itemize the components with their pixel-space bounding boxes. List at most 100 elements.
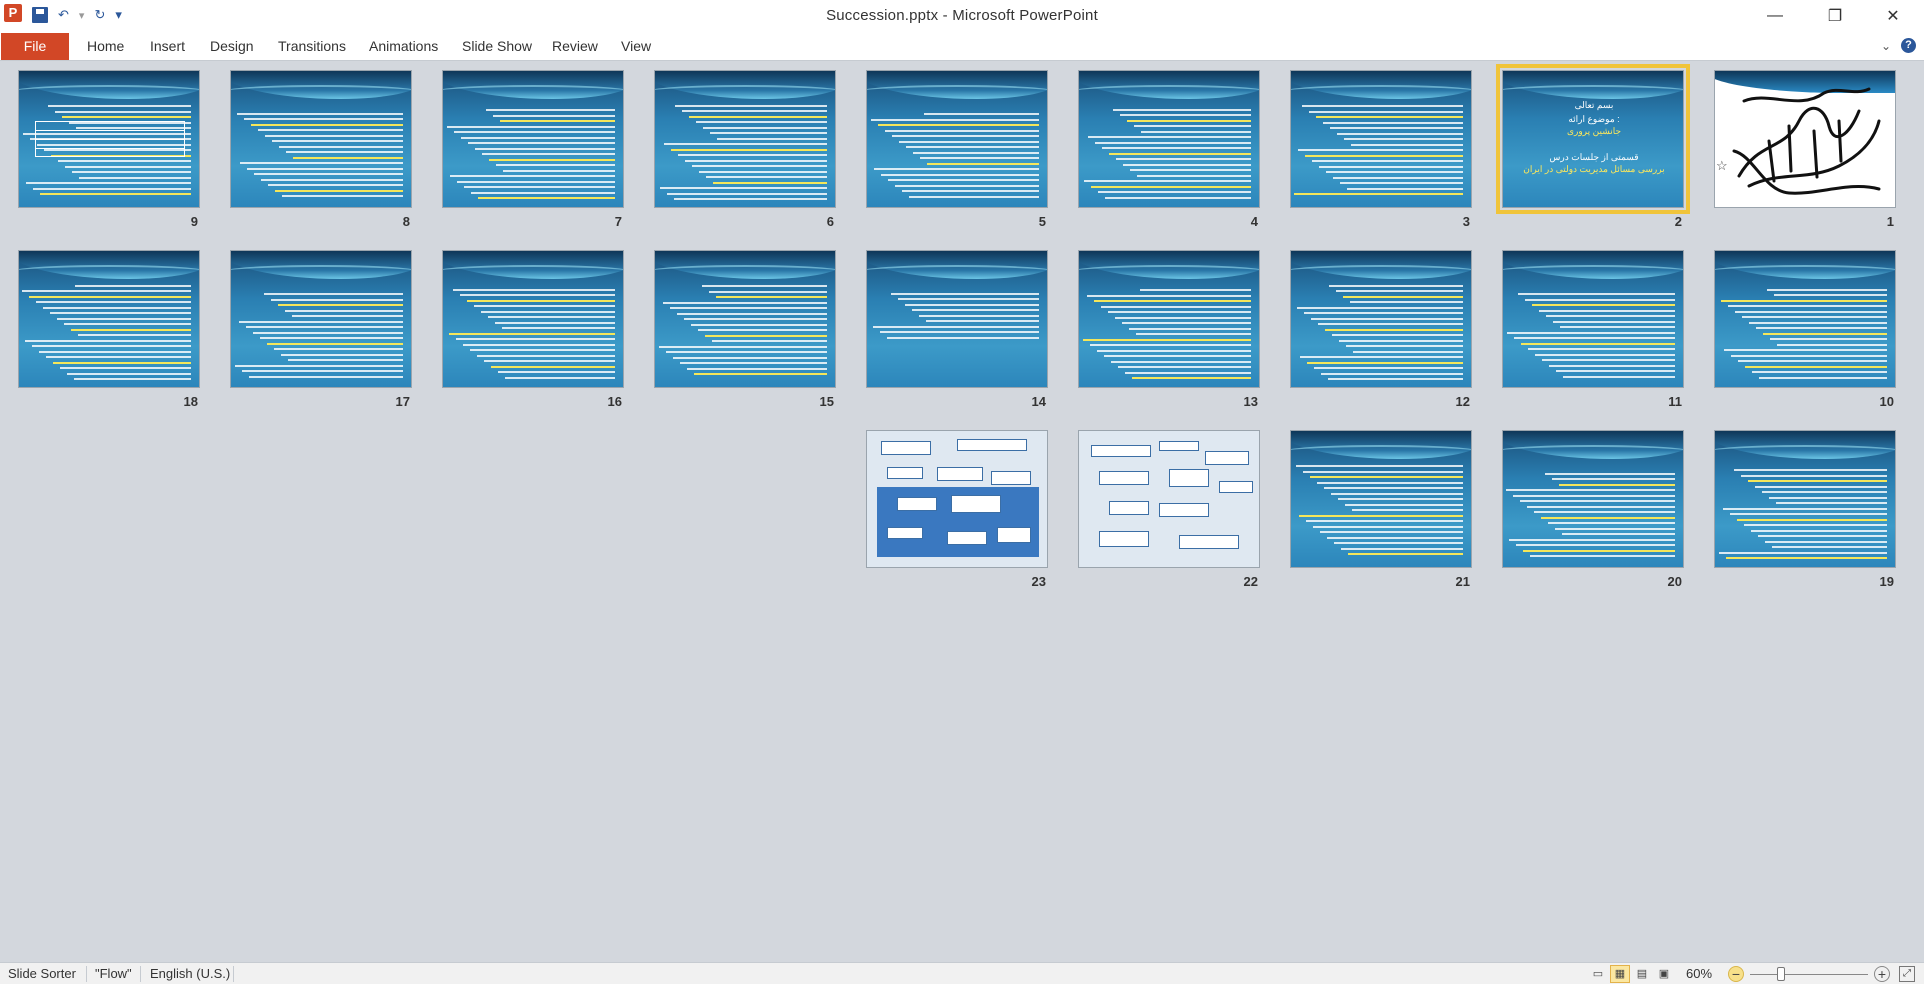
slide-text-line — [29, 296, 191, 298]
tab-design[interactable]: Design — [210, 38, 254, 54]
tab-home[interactable]: Home — [87, 38, 124, 54]
slide-thumbnail-16[interactable] — [442, 250, 624, 388]
slide-thumbnail-18[interactable] — [18, 250, 200, 388]
slide-text-line — [670, 307, 827, 309]
slide-thumbnail-23[interactable] — [866, 430, 1048, 568]
slide-text-line — [478, 197, 615, 199]
status-theme-name[interactable]: "Flow" — [95, 966, 132, 981]
slide-text-line — [503, 170, 615, 172]
slide-thumbnail-14[interactable] — [866, 250, 1048, 388]
zoom-level[interactable]: 60% — [1686, 966, 1712, 981]
slide-text-line — [919, 315, 1039, 317]
tab-animations[interactable]: Animations — [369, 38, 438, 54]
slide-text-line — [502, 327, 615, 329]
zoom-slider-thumb[interactable] — [1777, 967, 1785, 981]
slide-text-line — [709, 291, 827, 293]
tab-transitions[interactable]: Transitions — [278, 38, 346, 54]
file-tab[interactable]: File — [1, 33, 69, 60]
close-button[interactable]: ✕ — [1870, 0, 1916, 31]
slide-thumbnail-22[interactable] — [1078, 430, 1260, 568]
zoom-in-button[interactable]: + — [1874, 966, 1890, 982]
zoom-out-button[interactable]: − — [1728, 966, 1744, 982]
slide-text-line — [874, 168, 1039, 170]
slide-text-line — [237, 113, 403, 115]
reading-view-icon[interactable]: ▤ — [1632, 965, 1652, 983]
slide-text-line — [1724, 349, 1887, 351]
slide-show-view-icon[interactable]: ▣ — [1654, 965, 1674, 983]
slide-text-line — [660, 187, 827, 189]
tab-insert[interactable]: Insert — [150, 38, 185, 54]
slide-thumbnail-9[interactable] — [18, 70, 200, 208]
slide-thumbnail-1[interactable] — [1714, 70, 1896, 208]
slide-thumbnail-4[interactable] — [1078, 70, 1260, 208]
slide-thumbnail-7[interactable] — [442, 70, 624, 208]
tab-view[interactable]: View — [621, 38, 651, 54]
slide-text-line — [1745, 366, 1887, 368]
slide-text-line — [470, 349, 615, 351]
slide-text-line — [281, 354, 403, 356]
diagram-box — [1099, 471, 1149, 485]
restore-button[interactable]: ❐ — [1812, 0, 1858, 31]
slide-text-line — [1318, 323, 1463, 325]
slide-thumbnail-8[interactable] — [230, 70, 412, 208]
slide-text-line — [1518, 293, 1675, 295]
slide-text-line — [909, 196, 1039, 198]
slide-thumbnail-19[interactable] — [1714, 430, 1896, 568]
tab-slide-show[interactable]: Slide Show — [462, 38, 532, 54]
slide-thumbnail-5[interactable] — [866, 70, 1048, 208]
slide-text-line — [1313, 526, 1463, 528]
slide-text-line — [1755, 486, 1887, 488]
slide-text-line — [260, 337, 403, 339]
diagram-box — [887, 467, 923, 479]
tab-review[interactable]: Review — [552, 38, 598, 54]
slide-text-line — [460, 294, 615, 296]
slide-text-line — [471, 192, 615, 194]
slide-thumbnail-2[interactable]: بسم تعالی موضوع ارائه : جانشین پروری قسمتی … — [1496, 64, 1690, 214]
slide-text-line — [1298, 149, 1463, 151]
slide-text-line — [1109, 153, 1251, 155]
slide-text-line — [62, 116, 191, 118]
minimize-button[interactable]: — — [1752, 0, 1798, 31]
slide-sorter-pane[interactable]: 1 بسم تعالی موضوع ارائه : جانشین پروری قسمتی… — [0, 62, 1924, 962]
slide-thumbnail-17[interactable] — [230, 250, 412, 388]
slide-text-line — [1344, 138, 1463, 140]
slide-text-line — [279, 146, 403, 148]
slide-text-line — [1532, 304, 1675, 306]
slide-thumbnail-6[interactable] — [654, 70, 836, 208]
slide-text-line — [253, 332, 403, 334]
slide-text-line — [1326, 171, 1463, 173]
status-language[interactable]: English (U.S.) — [150, 966, 230, 981]
slide-thumbnail-20[interactable] — [1502, 430, 1684, 568]
slide-thumbnail-12[interactable] — [1290, 250, 1472, 388]
slide-text-line — [1759, 377, 1887, 379]
fit-to-window-icon[interactable]: ⤢ — [1899, 966, 1915, 982]
slide-number-label: 13 — [1243, 394, 1258, 409]
slide-text-line — [285, 310, 403, 312]
slide-text-line — [1320, 531, 1463, 533]
minimize-ribbon-icon[interactable]: ⌄ — [1881, 39, 1891, 53]
slide-thumbnail-3[interactable] — [1290, 70, 1472, 208]
slide-text-line — [1553, 321, 1675, 323]
slide-text-line — [912, 309, 1039, 311]
slide-text-line — [682, 110, 827, 112]
slide-text-line — [258, 129, 403, 131]
slide-thumbnail-15[interactable] — [654, 250, 836, 388]
slide-thumbnail-11[interactable] — [1502, 250, 1684, 388]
slide-text-line — [25, 340, 191, 342]
slide-thumbnail-21[interactable] — [1290, 430, 1472, 568]
slide-number-label: 12 — [1455, 394, 1470, 409]
slide-thumbnail-13[interactable] — [1078, 250, 1260, 388]
slide-thumbnail-10[interactable] — [1714, 250, 1896, 388]
slide-number-label: 3 — [1462, 214, 1470, 229]
slide-text-line — [1327, 537, 1463, 539]
normal-view-icon[interactable]: ▭ — [1588, 965, 1608, 983]
slide-sorter-view-icon[interactable]: ▦ — [1610, 965, 1630, 983]
slide-text-line — [1101, 306, 1251, 308]
slide-wave-decoration — [231, 265, 411, 279]
slide-wave-decoration — [1503, 85, 1683, 99]
slide-text-line — [268, 184, 403, 186]
zoom-slider-track[interactable] — [1750, 974, 1868, 975]
slide-text-line — [1530, 555, 1675, 557]
slide-text-line — [40, 193, 191, 195]
help-icon[interactable]: ? — [1901, 38, 1916, 53]
